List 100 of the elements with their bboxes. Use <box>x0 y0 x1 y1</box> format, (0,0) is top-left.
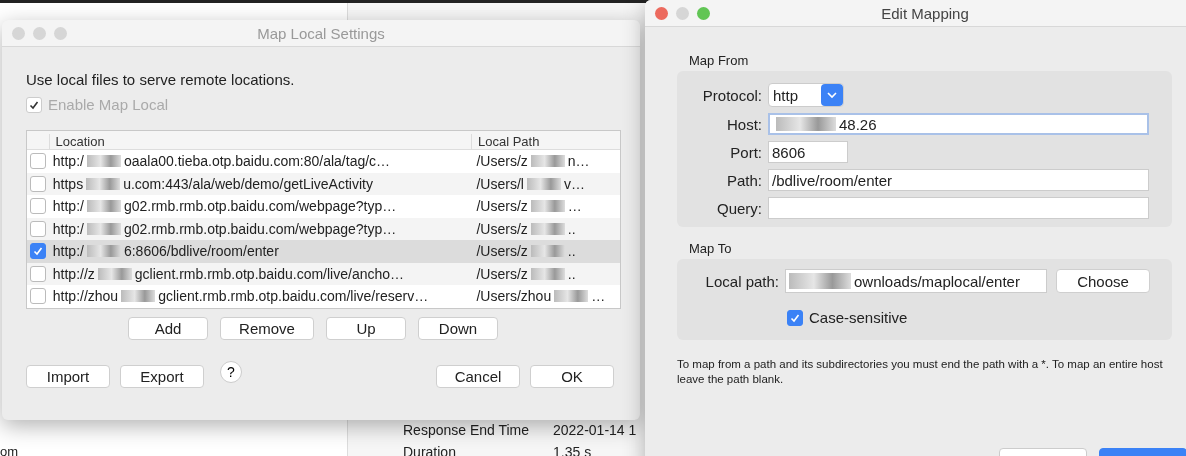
url-text: 6:8606/bdlive/room/enter <box>123 243 279 260</box>
redaction-mark <box>86 200 121 213</box>
url-text: https <box>52 175 84 192</box>
minimize-icon[interactable] <box>33 26 46 40</box>
redaction-mark <box>776 117 836 131</box>
url-text: http:/ <box>52 198 84 215</box>
background-text: om <box>0 444 19 456</box>
row-checkbox[interactable] <box>29 288 46 305</box>
path-text: /Users/z <box>476 198 528 215</box>
redaction-mark <box>86 155 121 168</box>
path-text: /Users/l <box>476 175 524 192</box>
url-text: u.com:443/ala/web/demo/getLiveActivity <box>123 175 373 192</box>
url-text: http:/ <box>52 243 84 260</box>
input-field[interactable]: 8606 <box>768 141 848 163</box>
minimize-icon[interactable] <box>676 6 689 20</box>
url-text: g02.rmb.rmb.otp.baidu.com/webpage?typ… <box>123 220 397 237</box>
row-checkbox[interactable] <box>29 175 46 192</box>
url-text: http://z <box>52 265 95 282</box>
redaction-mark <box>530 267 565 280</box>
group-label: Map To <box>689 241 733 256</box>
property-value: 2022-01-14 1 <box>553 422 637 438</box>
field-label: Protocol: <box>701 86 762 104</box>
checkbox-label: Enable Map Local <box>48 96 169 113</box>
checkbox-label: Case-sensitive <box>809 309 908 326</box>
redaction-mark <box>526 177 561 190</box>
intro-text: Use local files to serve remote locations. <box>26 71 296 88</box>
checkmark-icon <box>790 312 800 323</box>
close-icon[interactable] <box>655 6 668 20</box>
group-label: Map From <box>689 53 750 68</box>
window-title: Edit Mapping <box>880 4 970 22</box>
redaction-mark <box>530 222 565 235</box>
field-label: Host: <box>726 115 762 133</box>
redaction-mark <box>530 245 565 258</box>
url-text: http:/ <box>52 220 84 237</box>
table-action-button[interactable]: Remove <box>220 316 314 340</box>
checkmark-icon <box>32 246 43 257</box>
field-label: Path: <box>725 171 762 189</box>
table-row[interactable]: http:/ g02.rmb.rmb.otp.baidu.com/webpage?typ… /Users/z .. <box>27 217 620 240</box>
chevron-icon <box>821 84 843 106</box>
file-button[interactable]: Import <box>26 364 110 388</box>
field-label: Local path: <box>704 272 779 290</box>
path-text: .. <box>567 243 576 260</box>
row-checkbox[interactable] <box>29 243 46 260</box>
help-button[interactable]: ? <box>220 361 242 383</box>
url-text: gclient.rmb.rmb.otp.baidu.com/live/reserv… <box>158 288 429 305</box>
table-row[interactable]: https u.com:443/ala/web/demo/getLiveActivity /Users/l v… <box>27 172 620 195</box>
zoom-icon[interactable] <box>54 26 67 40</box>
help-text: To map from a path and its subdirectories you must end the path with a *. To map an entire host leave the path blank. <box>677 357 1164 387</box>
close-icon[interactable] <box>12 26 25 40</box>
column-header[interactable]: Local Path <box>470 134 620 149</box>
url-text: oaala00.tieba.otp.baidu.com:80/ala/tag/c… <box>123 153 391 170</box>
table-action-button[interactable]: Down <box>418 316 498 340</box>
dialog-button[interactable]: OK <box>530 364 614 388</box>
zoom-icon[interactable] <box>697 6 710 20</box>
path-text: … <box>591 288 606 305</box>
table-row[interactable]: http:/ 6:8606/bdlive/room/enter /Users/z .. <box>27 240 620 263</box>
row-checkbox[interactable] <box>29 265 46 282</box>
case-sensitive-checkbox[interactable] <box>787 309 803 326</box>
field-label: Port: <box>729 143 762 161</box>
path-text: /Users/zhou <box>476 288 552 305</box>
column-header[interactable]: Location <box>48 134 471 149</box>
file-button[interactable]: Export <box>120 364 204 388</box>
path-text: .. <box>567 220 576 237</box>
choose-button[interactable]: Choose <box>1056 269 1150 293</box>
dialog-button[interactable]: Cancel <box>436 364 520 388</box>
row-checkbox[interactable] <box>29 220 46 237</box>
redaction-mark <box>97 267 132 280</box>
field-label: Query: <box>716 199 762 217</box>
window-title: Map Local Settings <box>256 24 386 42</box>
property-label: Response End Time <box>403 422 531 438</box>
protocol-select[interactable]: http <box>768 83 844 107</box>
redaction-mark <box>121 290 156 303</box>
path-text: /Users/z <box>476 153 528 170</box>
input-field[interactable]: 48.26 <box>768 113 1149 135</box>
path-text: … <box>567 198 582 215</box>
path-text: /Users/z <box>476 265 528 282</box>
input-field[interactable]: /bdlive/room/enter <box>768 169 1149 191</box>
path-text: /Users/z <box>476 220 528 237</box>
redaction-mark <box>86 222 121 235</box>
url-text: http://zhou <box>52 288 119 305</box>
url-text: http:/ <box>52 153 84 170</box>
path-text: /Users/z <box>476 243 528 260</box>
redaction-mark <box>530 200 565 213</box>
redaction-mark <box>554 290 589 303</box>
path-text: .. <box>567 265 576 282</box>
redaction-mark <box>86 177 121 190</box>
table-row[interactable]: http://z gclient.rmb.rmb.otp.baidu.com/live/ancho… /Users/z .. <box>27 262 620 285</box>
url-text: gclient.rmb.rmb.otp.baidu.com/live/ancho… <box>134 265 405 282</box>
table-action-button[interactable]: Add <box>128 316 208 340</box>
input-field[interactable]: ownloads/maplocal/enter <box>785 269 1047 293</box>
input-field[interactable] <box>768 197 1149 219</box>
row-checkbox[interactable] <box>29 153 46 170</box>
row-checkbox[interactable] <box>29 198 46 215</box>
url-text: g02.rmb.rmb.otp.baidu.com/webpage?typ… <box>123 198 397 215</box>
table-action-button[interactable]: Up <box>326 316 406 340</box>
redaction-mark <box>530 155 565 168</box>
redaction-mark <box>86 245 121 258</box>
redaction-mark <box>789 273 851 289</box>
path-text: n… <box>567 153 590 170</box>
checkmark-icon <box>29 99 39 110</box>
